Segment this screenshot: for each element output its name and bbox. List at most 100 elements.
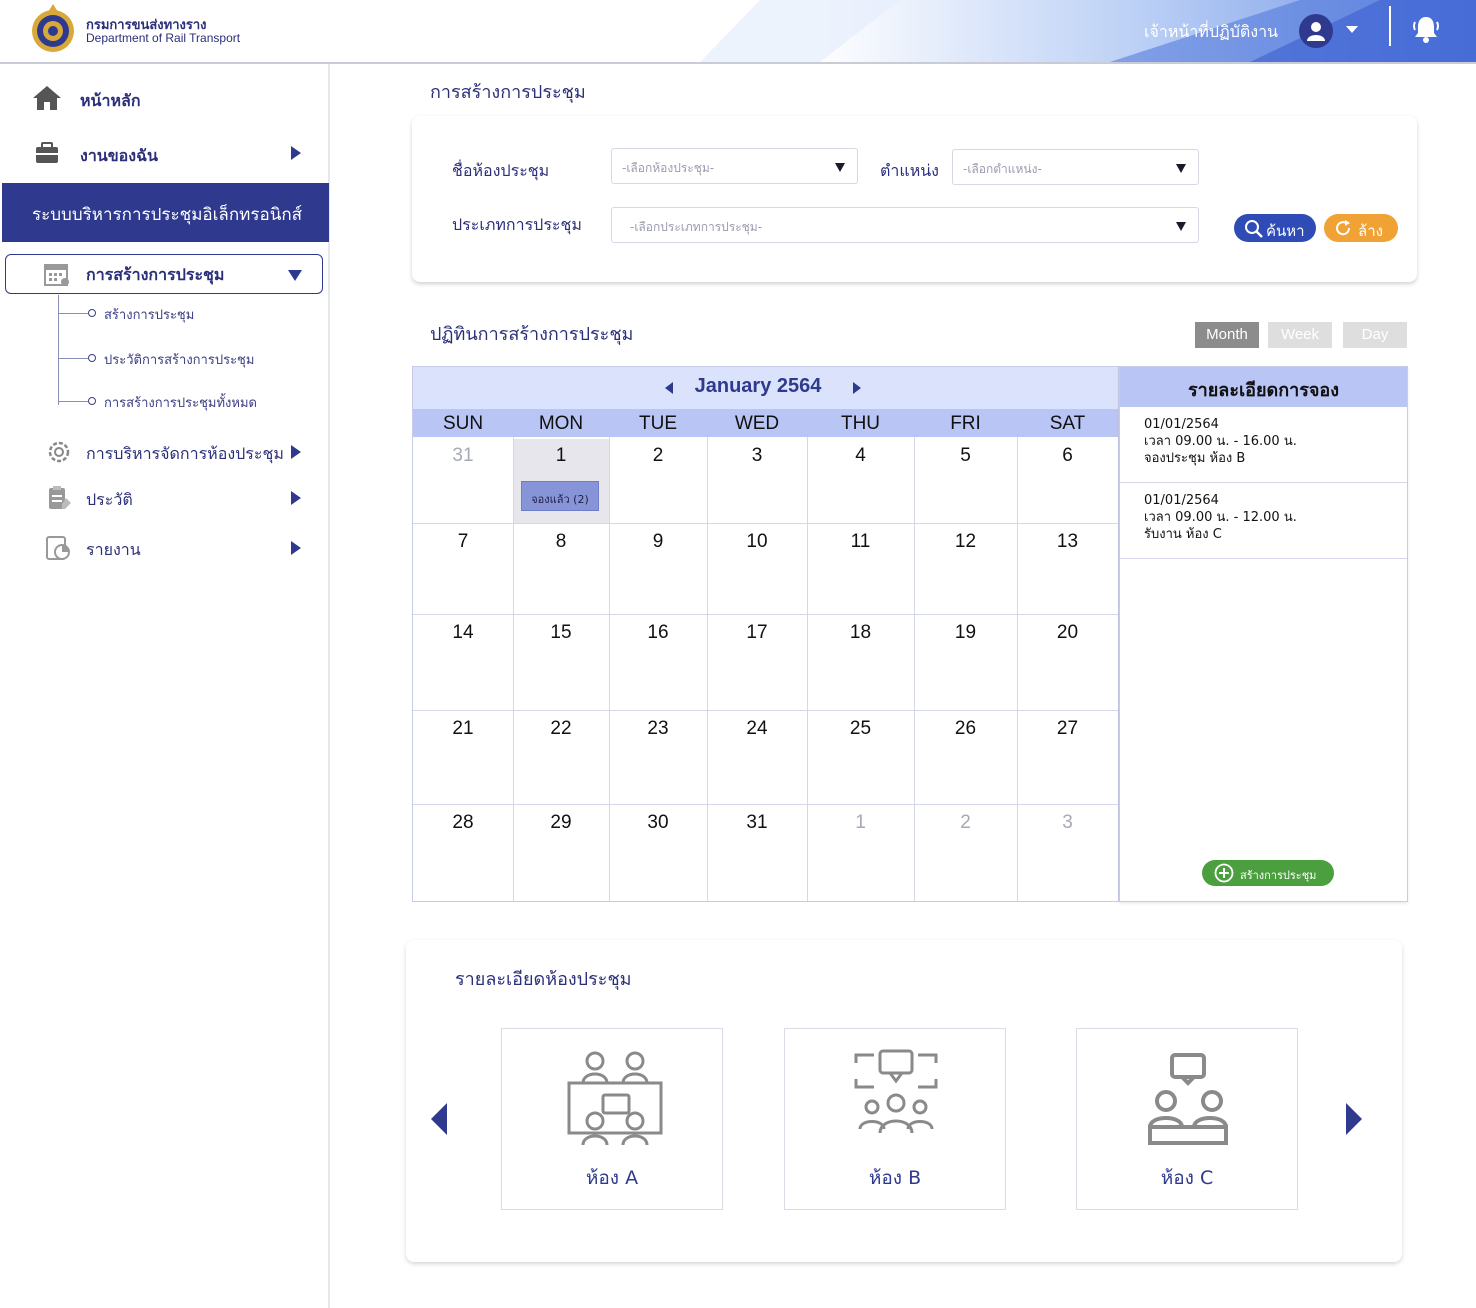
calendar-day[interactable]: 24 <box>707 718 807 740</box>
grid-line <box>413 523 1118 524</box>
calendar-day[interactable]: 8 <box>513 531 609 553</box>
header-divider <box>1389 6 1391 46</box>
sidebar-item-meeting-create[interactable]: การสร้างการประชุม <box>5 254 323 294</box>
sidebar <box>0 64 330 1308</box>
calendar-day[interactable]: 31 <box>707 812 807 834</box>
weekday-sun: SUN <box>442 413 484 434</box>
booking-time: เวลา 09.00 น. - 12.00 น. <box>1144 510 1297 525</box>
calendar-day[interactable]: 2 <box>914 812 1017 834</box>
calendar-day[interactable]: 29 <box>513 812 609 834</box>
sidebar-item-room-management[interactable]: การบริหารจัดการห้องประชุม <box>0 432 330 472</box>
sidebar-item-label: การบริหารจัดการห้องประชุม <box>86 444 284 463</box>
calendar-day[interactable]: 28 <box>413 812 513 834</box>
calendar-day[interactable]: 22 <box>513 718 609 740</box>
sidebar-item-my-work[interactable]: งานของฉัน <box>0 132 330 176</box>
room-name: ห้อง A <box>585 1167 639 1189</box>
calendar-day[interactable]: 26 <box>914 718 1017 740</box>
calendar-day[interactable]: 13 <box>1017 531 1118 553</box>
calendar-day[interactable]: 1 <box>513 445 609 467</box>
caret-down-icon <box>835 163 845 172</box>
calendar-day[interactable]: 31 <box>413 445 513 467</box>
calendar-day[interactable]: 12 <box>914 531 1017 553</box>
month-calendar: January 2564 SUN MON TUE WED THU FRI SAT 31 1 2 3… <box>412 366 1119 902</box>
room-card-c[interactable]: ห้อง C <box>1076 1028 1298 1210</box>
calendar-day[interactable]: 18 <box>807 622 914 644</box>
calendar-day[interactable]: 3 <box>707 445 807 467</box>
calendar-day[interactable]: 17 <box>707 622 807 644</box>
create-meeting-button[interactable]: สร้างการประชุม <box>1202 860 1334 886</box>
calendar-day[interactable]: 14 <box>413 622 513 644</box>
calendar-day[interactable]: 7 <box>413 531 513 553</box>
room-label: ชื่อห้องประชุม <box>452 161 550 180</box>
calendar-day[interactable]: 23 <box>609 718 707 740</box>
caret-right-icon <box>291 541 301 555</box>
calendar-day[interactable]: 20 <box>1017 622 1118 644</box>
calendar-day[interactable]: 4 <box>807 445 914 467</box>
view-day-button[interactable]: Day <box>1343 322 1407 348</box>
calendar-day[interactable]: 5 <box>914 445 1017 467</box>
user-role-label[interactable]: เจ้าหน้าที่ปฏิบัติงาน <box>1144 20 1278 45</box>
clear-button-label: ล้าง <box>1358 222 1383 240</box>
grid-line <box>413 804 1118 805</box>
calendar-day[interactable]: 19 <box>914 622 1017 644</box>
calendar-day[interactable]: 16 <box>609 622 707 644</box>
view-month-button[interactable]: Month <box>1195 322 1259 348</box>
calendar-day[interactable]: 2 <box>609 445 707 467</box>
previous-month-icon[interactable] <box>665 382 673 394</box>
bell-icon[interactable] <box>1412 14 1440 44</box>
room-card-a[interactable]: ห้อง A <box>501 1028 723 1210</box>
calendar-day[interactable]: 10 <box>707 531 807 553</box>
calendar-day[interactable]: 3 <box>1017 812 1118 834</box>
rooms-next-icon[interactable] <box>1346 1103 1362 1135</box>
chevron-down-icon[interactable] <box>1346 26 1358 33</box>
sidebar-item-label: งานของฉัน <box>80 146 158 165</box>
calendar-day[interactable]: 1 <box>807 812 914 834</box>
org-name-en: Department of Rail Transport <box>86 31 241 45</box>
calendar-day[interactable]: 11 <box>807 531 914 553</box>
clear-button[interactable]: ล้าง <box>1324 214 1398 242</box>
calendar-day[interactable]: 21 <box>413 718 513 740</box>
sidebar-item-home[interactable]: หน้าหลัก <box>0 77 330 121</box>
calendar-day[interactable]: 27 <box>1017 718 1118 740</box>
booking-item[interactable]: 01/01/2564 เวลา 09.00 น. - 12.00 น. รับง… <box>1120 483 1407 559</box>
search-button[interactable]: ค้นหา <box>1234 214 1316 242</box>
booking-item[interactable]: 01/01/2564 เวลา 09.00 น. - 16.00 น. จองป… <box>1120 407 1407 483</box>
grid-line <box>413 710 1118 711</box>
calendar-day[interactable]: 6 <box>1017 445 1118 467</box>
system-title-bar: ระบบบริหารการประชุมอิเล็กทรอนิกส์ <box>2 183 329 242</box>
room-select[interactable]: -เลือกห้องประชุม- <box>611 148 858 184</box>
user-avatar-icon[interactable] <box>1299 14 1333 48</box>
calendar-icon <box>44 264 69 286</box>
caret-right-icon <box>291 146 301 160</box>
sidebar-item-history[interactable]: ประวัติ <box>0 478 330 518</box>
room-card-b[interactable]: ห้อง B <box>784 1028 1006 1210</box>
next-month-icon[interactable] <box>853 382 861 394</box>
position-select[interactable]: -เลือกตำแหน่ง- <box>952 149 1199 185</box>
weekday-sat: SAT <box>1049 413 1086 434</box>
calendar-day[interactable]: 9 <box>609 531 707 553</box>
view-week-button[interactable]: Week <box>1268 322 1332 348</box>
sub-item-label: ประวัติการสร้างการประชุม <box>104 353 255 368</box>
calendar-day[interactable]: 15 <box>513 622 609 644</box>
rooms-previous-icon[interactable] <box>431 1103 447 1135</box>
search-button-label: ค้นหา <box>1266 222 1305 240</box>
grid-line <box>413 614 1118 615</box>
meeting-room-a-icon <box>567 1051 663 1146</box>
page-title: การสร้างการประชุม <box>430 82 586 103</box>
caret-down-icon <box>288 270 302 281</box>
sidebar-item-report[interactable]: รายงาน <box>0 528 330 568</box>
gear-icon <box>48 441 70 463</box>
booked-chip[interactable]: จองแล้ว (2) <box>521 481 599 511</box>
calendar-day[interactable]: 25 <box>807 718 914 740</box>
weekday-thu: THU <box>840 413 881 434</box>
room-name: ห้อง B <box>868 1167 922 1189</box>
meeting-type-placeholder: -เลือกประเภทการประชุม- <box>630 220 763 234</box>
caret-down-icon <box>1176 164 1186 173</box>
room-select-placeholder: -เลือกห้องประชุม- <box>622 161 715 175</box>
plus-circle-icon <box>1214 863 1234 883</box>
calendar-day[interactable]: 30 <box>609 812 707 834</box>
refresh-icon <box>1336 220 1351 236</box>
position-select-placeholder: -เลือกตำแหน่ง- <box>963 162 1042 176</box>
meeting-type-select[interactable]: -เลือกประเภทการประชุม- <box>611 207 1199 243</box>
weekday-mon: MON <box>538 413 584 434</box>
